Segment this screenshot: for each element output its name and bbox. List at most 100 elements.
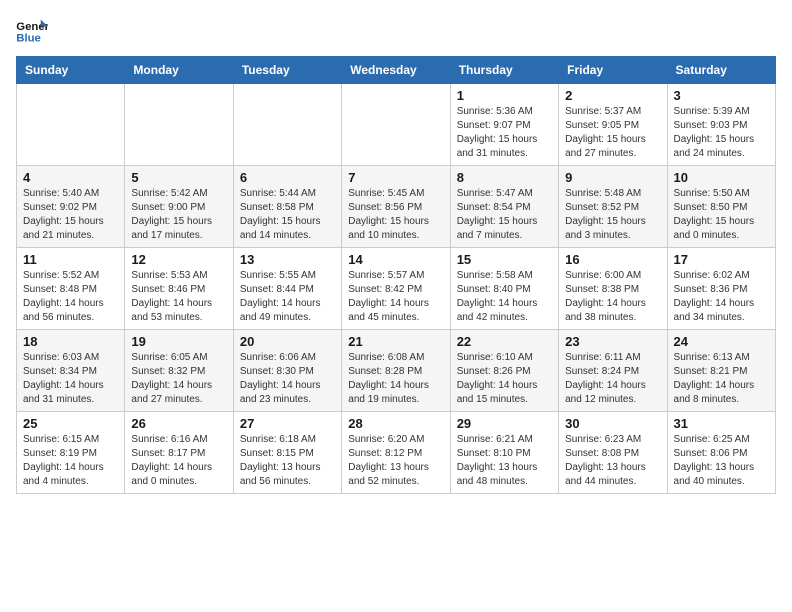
calendar-cell: 12 Sunrise: 5:53 AM Sunset: 8:46 PM Dayli… (125, 248, 233, 330)
day-number: 14 (348, 252, 443, 267)
calendar-cell: 15 Sunrise: 5:58 AM Sunset: 8:40 PM Dayli… (450, 248, 558, 330)
day-info: Sunrise: 5:53 AM Sunset: 8:46 PM Dayligh… (131, 269, 226, 325)
weekday-header-saturday: Saturday (667, 57, 775, 84)
day-number: 8 (457, 170, 552, 185)
calendar-cell: 27Sunrise: 6:18 AM Sunset: 8:15 PM Dayli… (233, 412, 341, 494)
weekday-header-sunday: Sunday (17, 57, 125, 84)
calendar-cell: 16Sunrise: 6:00 AM Sunset: 8:38 PM Dayli… (559, 248, 667, 330)
day-info: Sunrise: 5:44 AM Sunset: 8:58 PM Dayligh… (240, 187, 335, 243)
day-number: 29 (457, 416, 552, 431)
calendar-cell: 25 Sunrise: 6:15 AM Sunset: 8:19 PM Dayli… (17, 412, 125, 494)
calendar-cell: 6 Sunrise: 5:44 AM Sunset: 8:58 PM Daylig… (233, 166, 341, 248)
day-info: Sunrise: 5:57 AM Sunset: 8:42 PM Dayligh… (348, 269, 443, 325)
day-number: 30 (565, 416, 660, 431)
day-number: 13 (240, 252, 335, 267)
calendar-cell (125, 84, 233, 166)
calendar-cell: 24 Sunrise: 6:13 AM Sunset: 8:21 PM Dayli… (667, 330, 775, 412)
calendar-cell: 20 Sunrise: 6:06 AM Sunset: 8:30 PM Dayli… (233, 330, 341, 412)
calendar-table: SundayMondayTuesdayWednesdayThursdayFrid… (16, 56, 776, 494)
calendar-cell: 26 Sunrise: 6:16 AM Sunset: 8:17 PM Dayli… (125, 412, 233, 494)
day-info: Sunrise: 6:11 AM Sunset: 8:24 PM Dayligh… (565, 351, 660, 407)
day-info: Sunrise: 6:13 AM Sunset: 8:21 PM Dayligh… (674, 351, 769, 407)
weekday-header-tuesday: Tuesday (233, 57, 341, 84)
day-info: Sunrise: 5:47 AM Sunset: 8:54 PM Dayligh… (457, 187, 552, 243)
day-info: Sunrise: 6:10 AM Sunset: 8:26 PM Dayligh… (457, 351, 552, 407)
calendar-cell: 23 Sunrise: 6:11 AM Sunset: 8:24 PM Dayli… (559, 330, 667, 412)
calendar-cell: 5 Sunrise: 5:42 AM Sunset: 9:00 PM Daylig… (125, 166, 233, 248)
day-info: Sunrise: 5:37 AM Sunset: 9:05 PM Dayligh… (565, 105, 660, 161)
day-number: 23 (565, 334, 660, 349)
calendar-cell: 1 Sunrise: 5:36 AM Sunset: 9:07 PM Daylig… (450, 84, 558, 166)
weekday-header-monday: Monday (125, 57, 233, 84)
weekday-header-wednesday: Wednesday (342, 57, 450, 84)
day-info: Sunrise: 6:16 AM Sunset: 8:17 PM Dayligh… (131, 433, 226, 489)
day-number: 5 (131, 170, 226, 185)
page-header: General Blue (16, 16, 776, 44)
day-number: 7 (348, 170, 443, 185)
day-info: Sunrise: 5:45 AM Sunset: 8:56 PM Dayligh… (348, 187, 443, 243)
calendar-cell: 8 Sunrise: 5:47 AM Sunset: 8:54 PM Daylig… (450, 166, 558, 248)
day-info: Sunrise: 6:23 AM Sunset: 8:08 PM Dayligh… (565, 433, 660, 489)
day-info: Sunrise: 5:58 AM Sunset: 8:40 PM Dayligh… (457, 269, 552, 325)
day-info: Sunrise: 5:42 AM Sunset: 9:00 PM Dayligh… (131, 187, 226, 243)
day-info: Sunrise: 6:15 AM Sunset: 8:19 PM Dayligh… (23, 433, 118, 489)
day-number: 16 (565, 252, 660, 267)
calendar-cell: 19 Sunrise: 6:05 AM Sunset: 8:32 PM Dayli… (125, 330, 233, 412)
day-number: 26 (131, 416, 226, 431)
day-number: 21 (348, 334, 443, 349)
day-info: Sunrise: 6:05 AM Sunset: 8:32 PM Dayligh… (131, 351, 226, 407)
day-info: Sunrise: 5:36 AM Sunset: 9:07 PM Dayligh… (457, 105, 552, 161)
day-number: 19 (131, 334, 226, 349)
calendar-cell: 2 Sunrise: 5:37 AM Sunset: 9:05 PM Daylig… (559, 84, 667, 166)
day-info: Sunrise: 6:08 AM Sunset: 8:28 PM Dayligh… (348, 351, 443, 407)
day-number: 17 (674, 252, 769, 267)
day-info: Sunrise: 6:06 AM Sunset: 8:30 PM Dayligh… (240, 351, 335, 407)
calendar-cell: 11 Sunrise: 5:52 AM Sunset: 8:48 PM Dayli… (17, 248, 125, 330)
day-number: 24 (674, 334, 769, 349)
day-number: 2 (565, 88, 660, 103)
day-number: 25 (23, 416, 118, 431)
day-number: 15 (457, 252, 552, 267)
day-number: 28 (348, 416, 443, 431)
calendar-cell: 10 Sunrise: 5:50 AM Sunset: 8:50 PM Dayli… (667, 166, 775, 248)
calendar-cell (17, 84, 125, 166)
calendar-cell: 14 Sunrise: 5:57 AM Sunset: 8:42 PM Dayli… (342, 248, 450, 330)
day-number: 1 (457, 88, 552, 103)
calendar-cell: 7 Sunrise: 5:45 AM Sunset: 8:56 PM Daylig… (342, 166, 450, 248)
logo: General Blue (16, 16, 48, 44)
day-info: Sunrise: 5:55 AM Sunset: 8:44 PM Dayligh… (240, 269, 335, 325)
day-info: Sunrise: 5:50 AM Sunset: 8:50 PM Dayligh… (674, 187, 769, 243)
day-number: 10 (674, 170, 769, 185)
day-info: Sunrise: 5:40 AM Sunset: 9:02 PM Dayligh… (23, 187, 118, 243)
calendar-cell: 13 Sunrise: 5:55 AM Sunset: 8:44 PM Dayli… (233, 248, 341, 330)
calendar-cell: 17 Sunrise: 6:02 AM Sunset: 8:36 PM Dayli… (667, 248, 775, 330)
calendar-cell: 4 Sunrise: 5:40 AM Sunset: 9:02 PM Daylig… (17, 166, 125, 248)
calendar-cell: 18Sunrise: 6:03 AM Sunset: 8:34 PM Dayli… (17, 330, 125, 412)
calendar-cell: 3Sunrise: 5:39 AM Sunset: 9:03 PM Daylig… (667, 84, 775, 166)
day-number: 11 (23, 252, 118, 267)
calendar-cell: 21 Sunrise: 6:08 AM Sunset: 8:28 PM Dayli… (342, 330, 450, 412)
day-info: Sunrise: 5:52 AM Sunset: 8:48 PM Dayligh… (23, 269, 118, 325)
weekday-header-thursday: Thursday (450, 57, 558, 84)
day-number: 12 (131, 252, 226, 267)
day-number: 18 (23, 334, 118, 349)
day-info: Sunrise: 6:02 AM Sunset: 8:36 PM Dayligh… (674, 269, 769, 325)
calendar-cell: 22 Sunrise: 6:10 AM Sunset: 8:26 PM Dayli… (450, 330, 558, 412)
calendar-cell: 29 Sunrise: 6:21 AM Sunset: 8:10 PM Dayli… (450, 412, 558, 494)
calendar-cell: 28Sunrise: 6:20 AM Sunset: 8:12 PM Dayli… (342, 412, 450, 494)
day-number: 31 (674, 416, 769, 431)
day-number: 3 (674, 88, 769, 103)
calendar-cell (342, 84, 450, 166)
day-number: 27 (240, 416, 335, 431)
calendar-cell (233, 84, 341, 166)
day-number: 9 (565, 170, 660, 185)
day-number: 20 (240, 334, 335, 349)
calendar-cell: 9 Sunrise: 5:48 AM Sunset: 8:52 PM Daylig… (559, 166, 667, 248)
day-info: Sunrise: 6:21 AM Sunset: 8:10 PM Dayligh… (457, 433, 552, 489)
calendar-cell: 31Sunrise: 6:25 AM Sunset: 8:06 PM Dayli… (667, 412, 775, 494)
day-info: Sunrise: 5:48 AM Sunset: 8:52 PM Dayligh… (565, 187, 660, 243)
day-number: 4 (23, 170, 118, 185)
day-number: 6 (240, 170, 335, 185)
logo-icon: General Blue (16, 16, 48, 44)
day-number: 22 (457, 334, 552, 349)
